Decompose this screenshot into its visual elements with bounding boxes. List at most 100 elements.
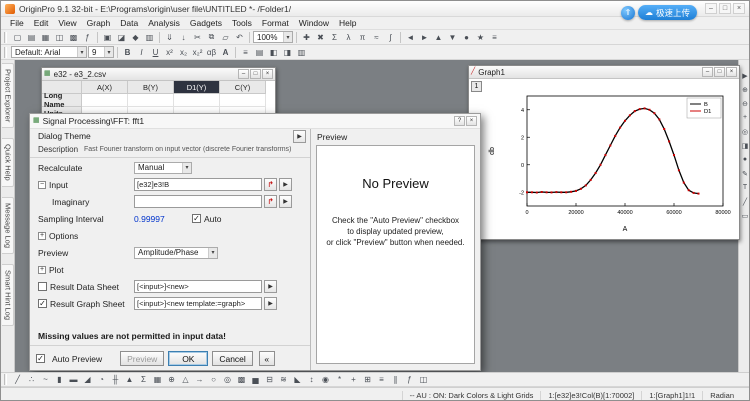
polar-chart-icon[interactable]: ⊕ [165, 373, 178, 386]
layer1-button[interactable]: 1 [471, 81, 482, 92]
workbook-titlebar[interactable]: ▦ e32 - e3_2.csv – □ × [42, 68, 275, 81]
close-button[interactable]: × [733, 3, 745, 14]
upload-cloud-icon[interactable]: ⇑ [620, 5, 635, 20]
next-icon[interactable]: ► [418, 31, 431, 44]
result-data-field[interactable]: [<input>]<new> [134, 280, 262, 293]
dock-tab[interactable]: Quick Help [1, 138, 14, 188]
dialog-titlebar[interactable]: ▦ Signal Processing\FFT: fft1 ? × [30, 114, 480, 129]
cell[interactable] [174, 94, 220, 107]
rectangle-tool-icon[interactable]: ▭ [740, 210, 750, 221]
dock-tab[interactable]: Project Explorer [1, 63, 14, 129]
zoom-chart-icon[interactable]: + [347, 373, 360, 386]
border-icon[interactable]: ◨ [281, 46, 294, 59]
save-project-icon[interactable]: ◆ [129, 31, 142, 44]
vector-chart-icon[interactable]: → [193, 373, 206, 386]
import-wizard-icon[interactable]: ⇓ [163, 31, 176, 44]
close-button[interactable]: × [262, 69, 273, 79]
maximize-button[interactable]: □ [714, 67, 725, 77]
close-button[interactable]: × [726, 67, 737, 77]
menu-item[interactable]: Data [115, 18, 143, 28]
result-data-flyout-button[interactable]: ▶ [264, 280, 277, 293]
up-icon[interactable]: ▲ [432, 31, 445, 44]
expand-branch-icon[interactable]: + [38, 265, 46, 274]
align-center-icon[interactable]: ▤ [253, 46, 266, 59]
mask-tool-icon[interactable]: ● [740, 154, 750, 165]
histogram-icon[interactable]: ▅ [249, 373, 262, 386]
heatmap-icon[interactable]: ▩ [235, 373, 248, 386]
collapse-branch-icon[interactable]: − [38, 180, 46, 189]
auto-checkbox[interactable]: ✓ [192, 214, 201, 223]
result-data-checkbox[interactable] [38, 282, 47, 291]
minimize-button[interactable]: – [705, 3, 717, 14]
parallel-chart-icon[interactable]: ∥ [389, 373, 402, 386]
contour-chart-icon[interactable]: ◎ [221, 373, 234, 386]
menu-item[interactable]: Graph [82, 18, 116, 28]
menu-item[interactable]: File [5, 18, 29, 28]
input-range-selector-button[interactable]: ↱ [264, 178, 277, 191]
toolbar-grip[interactable] [4, 374, 7, 385]
line-tool-icon[interactable]: ╱ [740, 196, 750, 207]
cell[interactable] [82, 94, 128, 107]
template-icon[interactable]: ▦ [151, 373, 164, 386]
open-icon[interactable]: ▣ [101, 31, 114, 44]
chevron-down-icon[interactable]: ▾ [208, 247, 217, 258]
integrate-icon[interactable]: ∫ [384, 31, 397, 44]
paste-icon[interactable]: ▱ [219, 31, 232, 44]
chevron-down-icon[interactable]: ▾ [77, 47, 86, 57]
chevron-down-icon[interactable]: ▾ [283, 32, 292, 42]
box-chart-icon[interactable]: ⊟ [263, 373, 276, 386]
graph-window[interactable]: ╱ Graph1 – □ × 1 0 20000 40000 60000 80000 -2… [468, 65, 740, 240]
undo-icon[interactable]: ↶ [233, 31, 246, 44]
pointer-tool-icon[interactable]: ▶ [740, 70, 750, 81]
add-icon[interactable]: ✚ [300, 31, 313, 44]
stack-chart-icon[interactable]: ≡ [375, 373, 388, 386]
menu-item[interactable]: Edit [29, 18, 54, 28]
sampling-interval-value[interactable]: 0.99997 [134, 214, 192, 224]
multi-panel-icon[interactable]: ⊞ [361, 373, 374, 386]
dock-tab[interactable]: Message Log [1, 197, 14, 255]
cancel-button[interactable]: Cancel [212, 351, 253, 366]
minimize-button[interactable]: – [702, 67, 713, 77]
new-matrix-icon[interactable]: ▩ [67, 31, 80, 44]
text-tool-icon[interactable]: T [740, 182, 750, 193]
result-graph-checkbox[interactable]: ✓ [38, 299, 47, 308]
subsuperscript-button[interactable]: x₂² [191, 46, 204, 59]
result-graph-flyout-button[interactable]: ▶ [264, 297, 277, 310]
superscript-button[interactable]: x² [163, 46, 176, 59]
ternary-chart-icon[interactable]: △ [179, 373, 192, 386]
new-project-icon[interactable]: ▢ [11, 31, 24, 44]
fill-color-icon[interactable]: ◧ [267, 46, 280, 59]
bar-chart-icon[interactable]: ▬ [67, 373, 80, 386]
copy-icon[interactable]: ⧉ [205, 31, 218, 44]
stock-chart-icon[interactable]: ↕ [305, 373, 318, 386]
preview-type-combo[interactable]: Amplitude/Phase ▾ [134, 246, 218, 259]
delete-icon[interactable]: ✖ [314, 31, 327, 44]
down-icon[interactable]: ▼ [446, 31, 459, 44]
toolbar-grip[interactable] [4, 31, 7, 43]
menu-item[interactable]: Gadgets [185, 18, 227, 28]
dialog-theme-flyout-button[interactable]: ▶ [293, 129, 306, 143]
minimize-button[interactable]: – [238, 69, 249, 79]
print-icon[interactable]: ▥ [143, 31, 156, 44]
zoom-in-tool-icon[interactable]: ⊕ [740, 84, 750, 95]
3d-chart-icon[interactable]: ▲ [123, 373, 136, 386]
scatter-plot-icon[interactable]: ∴ [25, 373, 38, 386]
area-chart-icon[interactable]: ◢ [81, 373, 94, 386]
row-header[interactable]: Long Name [42, 91, 82, 109]
menu-item[interactable]: Analysis [143, 18, 185, 28]
favorites-icon[interactable]: ★ [474, 31, 487, 44]
column-header[interactable]: A(X) [82, 81, 128, 94]
cut-icon[interactable]: ✂ [191, 31, 204, 44]
collapse-preview-button[interactable]: « [258, 351, 275, 366]
statistics-chart-icon[interactable]: Σ [137, 373, 150, 386]
bold-button[interactable]: B [121, 46, 134, 59]
column-header[interactable]: B(Y) [128, 81, 174, 94]
column-header[interactable]: D1(Y) [174, 81, 220, 94]
font-size-combo[interactable]: 9 ▾ [88, 46, 114, 58]
import-ascii-icon[interactable]: ↓ [177, 31, 190, 44]
smith-chart-icon[interactable]: ◉ [319, 373, 332, 386]
upload-button[interactable]: ☁ 极速上传 [637, 5, 697, 20]
new-function-icon[interactable]: ƒ [81, 31, 94, 44]
italic-button[interactable]: I [135, 46, 148, 59]
data-selector-icon[interactable]: ◨ [740, 140, 750, 151]
